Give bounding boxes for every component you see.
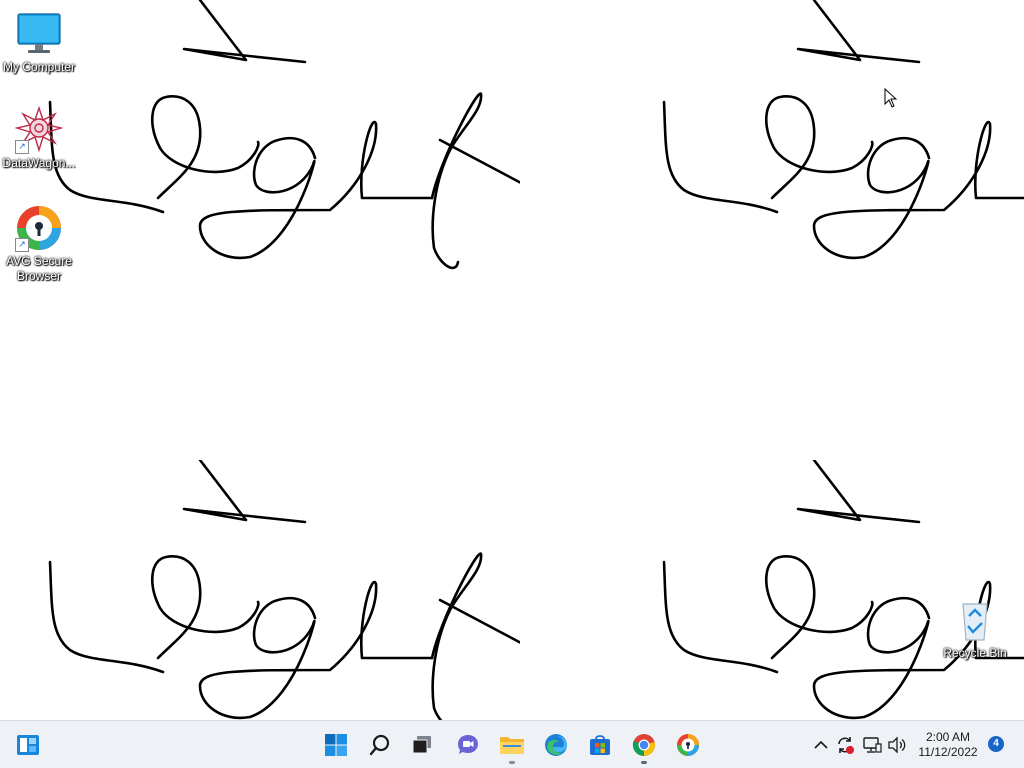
wallpaper-signature xyxy=(0,458,525,720)
desktop-icon-label: DataWagon... xyxy=(2,156,76,170)
clock-time: 2:00 AM xyxy=(925,730,971,744)
notification-badge[interactable]: 4 xyxy=(988,736,1004,752)
volume-button[interactable] xyxy=(886,733,908,757)
store-icon xyxy=(590,735,610,755)
desktop-icon-label: Recycle Bin xyxy=(943,646,1007,660)
shortcut-arrow-icon: ↗ xyxy=(15,238,29,252)
sync-status-button[interactable] xyxy=(834,733,856,757)
running-indicator xyxy=(509,761,515,764)
widgets-icon xyxy=(17,735,39,755)
desktop-icon-label: AVG Secure Browser xyxy=(6,254,72,283)
desktop: My Computer ↗ DataWagon... ↗ AVG Secure … xyxy=(0,0,1024,720)
folder-icon xyxy=(500,737,524,754)
widgets-button[interactable] xyxy=(12,729,44,761)
network-icon xyxy=(863,737,882,753)
search-button[interactable] xyxy=(364,729,396,761)
chat-icon xyxy=(458,735,478,754)
mouse-cursor-icon xyxy=(884,87,898,113)
clock[interactable]: 2:00 AM 11/12/2022 xyxy=(912,730,984,760)
avg-browser-taskbar-button[interactable] xyxy=(672,729,704,761)
edge-icon xyxy=(545,734,567,756)
datawagon-icon: ↗ xyxy=(14,105,64,154)
store-button[interactable] xyxy=(584,729,616,761)
running-indicator xyxy=(641,761,647,764)
sync-alert-icon xyxy=(838,737,854,754)
volume-icon xyxy=(888,736,906,754)
desktop-icon-datawagon[interactable]: ↗ DataWagon... xyxy=(0,105,79,171)
clock-date: 11/12/2022 xyxy=(918,745,978,759)
network-button[interactable] xyxy=(861,733,883,757)
wallpaper-signature xyxy=(614,0,1024,300)
start-button[interactable] xyxy=(320,729,352,761)
chevron-up-icon xyxy=(814,740,828,749)
chrome-button[interactable] xyxy=(628,729,660,764)
file-explorer-button[interactable] xyxy=(496,729,528,764)
desktop-icon-recycle-bin[interactable]: Recycle Bin xyxy=(935,596,1015,661)
edge-button[interactable] xyxy=(540,729,572,761)
monitor-icon xyxy=(15,10,63,58)
chat-button[interactable] xyxy=(452,729,484,761)
desktop-icon-label: My Computer xyxy=(2,60,76,74)
desktop-icon-my-computer[interactable]: My Computer xyxy=(0,10,79,75)
chrome-icon xyxy=(632,734,655,757)
desktop-icon-avg-secure-browser[interactable]: ↗ AVG Secure Browser xyxy=(0,204,79,284)
recycle-bin-icon xyxy=(951,596,999,644)
search-icon xyxy=(369,734,390,756)
wallpaper-signature xyxy=(614,458,1024,720)
task-view-icon xyxy=(412,736,431,754)
task-view-button[interactable] xyxy=(406,729,438,761)
avg-browser-icon xyxy=(677,734,699,756)
windows-start-icon xyxy=(325,734,347,756)
avg-browser-icon: ↗ xyxy=(15,204,63,252)
shortcut-arrow-icon: ↗ xyxy=(15,140,29,154)
show-hidden-icons-button[interactable] xyxy=(810,733,832,757)
taskbar: 2:00 AM 11/12/2022 4 xyxy=(0,720,1024,768)
